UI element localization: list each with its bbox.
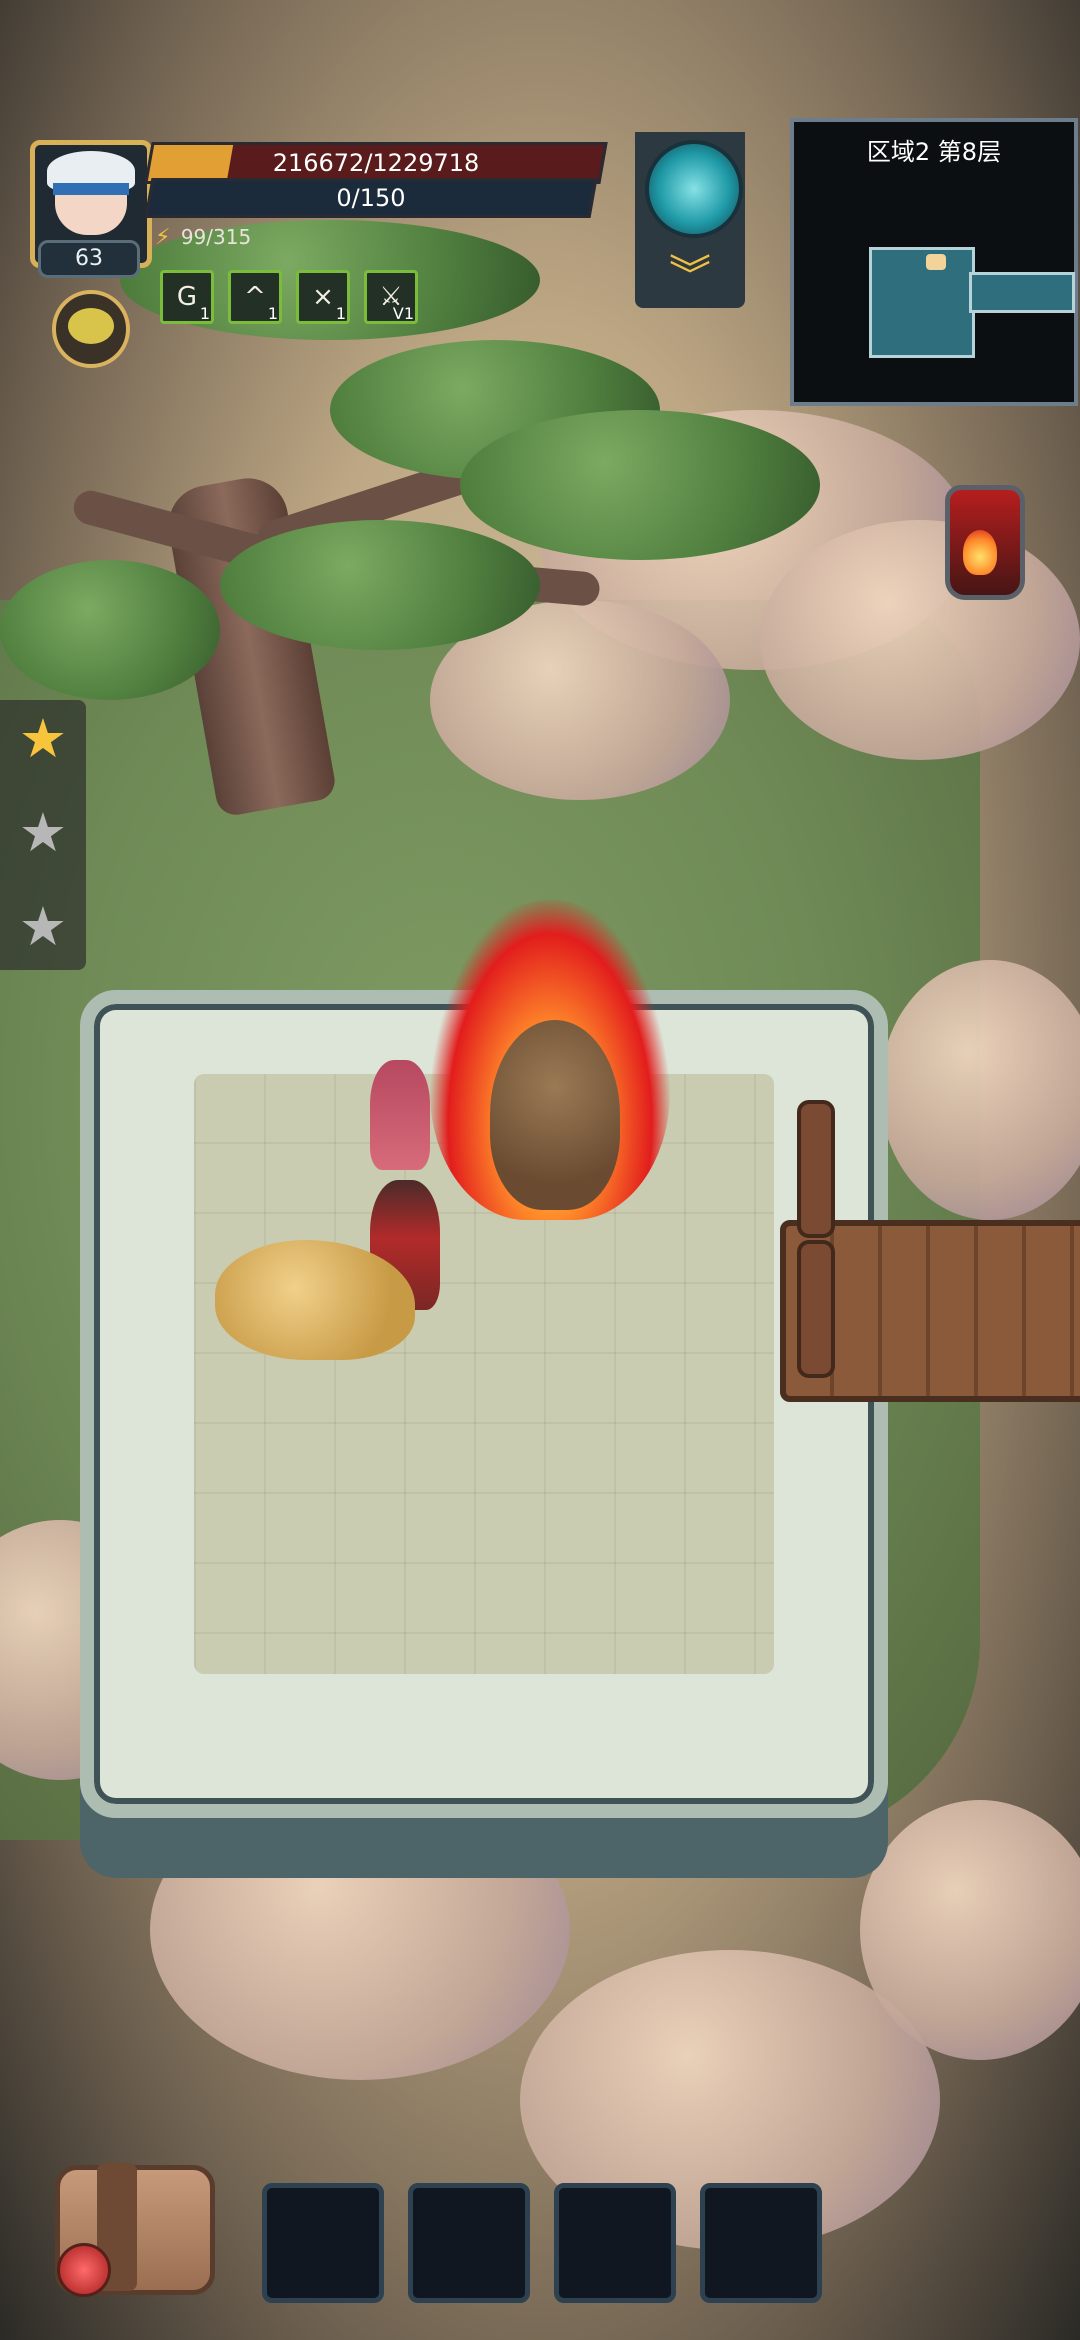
inventory-slot[interactable] — [408, 2183, 530, 2303]
bridge-post — [797, 1240, 835, 1378]
tree-foliage — [220, 520, 540, 650]
portal-icon[interactable] — [645, 140, 743, 238]
buff-crossed-swords[interactable]: ⨯ 1 — [296, 270, 350, 324]
inventory-slot[interactable] — [262, 2183, 384, 2303]
inventory-bag-button[interactable] — [35, 2145, 225, 2315]
player-level: 63 — [38, 240, 140, 278]
bear-enemy[interactable] — [490, 1020, 620, 1210]
minimap-room — [869, 247, 975, 358]
star-icon: ★ — [18, 707, 68, 770]
star-rating-panel: ★ ★ ★ — [0, 700, 86, 970]
bridge-post — [797, 1100, 835, 1238]
buff-count: V1 — [392, 304, 414, 323]
chevron-down-icon[interactable]: ︾ — [635, 242, 745, 303]
inventory-slot[interactable] — [700, 2183, 822, 2303]
buff-power-up[interactable]: ^ 1 — [228, 270, 282, 324]
xp-text: 0/150 — [336, 184, 406, 212]
inventory-slot[interactable] — [554, 2183, 676, 2303]
frog-icon — [68, 308, 114, 344]
energy-display: ⚡ 99/315 — [155, 225, 315, 255]
player-marker — [926, 254, 946, 270]
tree-foliage — [0, 560, 220, 700]
star-icon: ★ — [18, 801, 68, 864]
avatar-headband — [53, 183, 129, 195]
buff-bar: G 1 ^ 1 ⨯ 1 ⚔ V1 — [160, 270, 418, 324]
lantern-flame — [963, 530, 997, 575]
hp-text: 216672/1229718 — [272, 149, 480, 177]
minimap[interactable]: 区域2 第8层 — [790, 118, 1078, 406]
frog-button[interactable] — [52, 290, 130, 368]
buff-count: 1 — [267, 304, 278, 323]
energy-text: 99/315 — [180, 225, 252, 249]
tree-foliage — [460, 410, 820, 560]
buff-frost-rune[interactable]: G 1 — [160, 270, 214, 324]
buff-count: 1 — [199, 304, 210, 323]
bolt-icon: ⚡ — [155, 225, 171, 250]
minimap-room — [969, 272, 1075, 313]
portal-panel[interactable]: ︾ — [635, 132, 745, 308]
star-icon: ★ — [18, 895, 68, 958]
buff-count: 1 — [335, 304, 346, 323]
xp-bar: 0/150 — [144, 178, 598, 218]
mage-girl-character[interactable] — [370, 1060, 430, 1170]
minimap-title: 区域2 第8层 — [866, 138, 1002, 166]
lantern-icon[interactable] — [920, 460, 1040, 610]
buff-slash-skill[interactable]: ⚔ V1 — [364, 270, 418, 324]
potion-icon — [57, 2243, 111, 2297]
cloud — [150, 1780, 570, 2080]
